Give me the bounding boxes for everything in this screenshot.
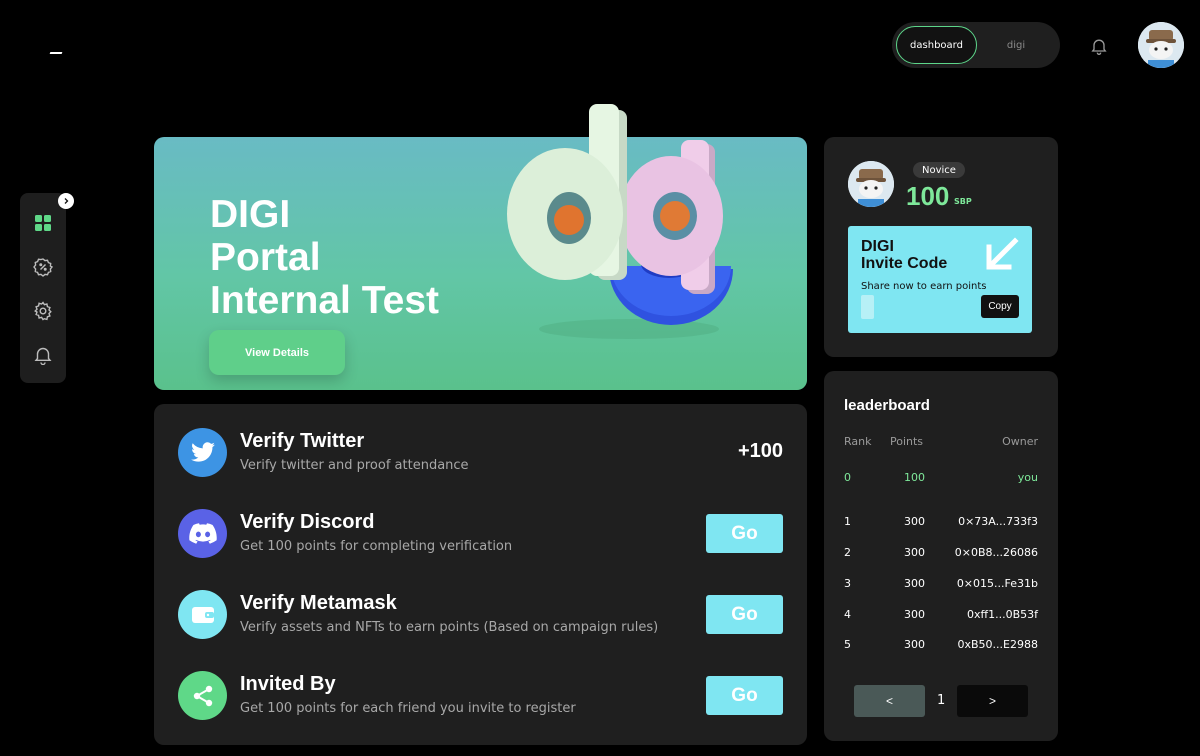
profile-card: Novice 100 SBP DIGI Invite Code Share no…: [824, 137, 1058, 357]
leaderboard-panel: leaderboard Rank Points Owner 0 100 you …: [824, 371, 1058, 741]
table-row: 2 300 0×0B8...26086: [844, 546, 1038, 559]
task-title: Invited By: [240, 673, 336, 695]
hero-banner: DIGI Portal Internal Test View Details: [154, 104, 807, 390]
verify-metamask-go-button[interactable]: Go: [706, 595, 783, 634]
next-page-button[interactable]: >: [957, 685, 1028, 717]
tab-digi[interactable]: digi: [980, 26, 1052, 64]
wallet-icon: [178, 590, 227, 639]
user-avatar[interactable]: [1138, 22, 1184, 68]
sidebar-collapse-toggle[interactable]: [58, 193, 74, 209]
leaderboard-title: leaderboard: [844, 397, 930, 414]
chevron-right-icon: [64, 198, 69, 204]
task-title: Verify Discord: [240, 511, 375, 533]
twitter-icon: [178, 428, 227, 477]
task-title: Verify Metamask: [240, 592, 397, 614]
task-title: Verify Twitter: [240, 430, 365, 452]
table-row: 5 300 0xB50...E2988: [844, 638, 1038, 651]
previous-page-button[interactable]: <: [854, 685, 925, 717]
invite-code-card: DIGI Invite Code Share now to earn point…: [848, 226, 1032, 333]
column-header-points: Points: [890, 435, 924, 448]
points-value: 100: [906, 181, 950, 211]
hero-title: DIGI Portal Internal Test: [210, 193, 439, 322]
invite-code-field[interactable]: [861, 295, 874, 319]
table-row: 1 300 0×73A...733f3: [844, 515, 1038, 528]
view-details-button[interactable]: View Details: [209, 330, 345, 375]
task-reward: +100: [737, 440, 783, 462]
badge-icon[interactable]: [33, 257, 53, 277]
share-icon: [178, 671, 227, 720]
tasks-panel: Verify Twitter Verify twitter and proof …: [154, 404, 807, 745]
task-description: Verify twitter and proof attendance: [240, 458, 469, 473]
rank-badge: Novice: [913, 162, 965, 178]
verify-discord-go-button[interactable]: Go: [706, 514, 783, 553]
tab-dashboard[interactable]: dashboard: [896, 26, 977, 64]
invited-by-go-button[interactable]: Go: [706, 676, 783, 715]
gear-icon[interactable]: [33, 301, 53, 321]
column-header-rank: Rank: [844, 435, 872, 448]
top-tabs: dashboard digi: [892, 22, 1060, 68]
task-description: Get 100 points for completing verificati…: [240, 539, 513, 554]
leaderboard-my-row: 0 100 you: [844, 471, 1038, 484]
task-invited-by: Invited By Get 100 points for each frien…: [178, 671, 783, 721]
current-page-number: 1: [937, 693, 946, 708]
app-logo[interactable]: [49, 52, 63, 54]
digi-logo-3d-illustration: [507, 104, 733, 339]
grid-icon[interactable]: [33, 213, 53, 233]
task-description: Verify assets and NFTs to earn points (B…: [240, 620, 659, 635]
table-row: 4 300 0xff1...0B53f: [844, 608, 1038, 621]
task-verify-discord: Verify Discord Get 100 points for comple…: [178, 509, 783, 559]
task-description: Get 100 points for each friend you invit…: [240, 701, 576, 716]
bell-icon[interactable]: [33, 345, 53, 365]
arrow-down-left-icon: [986, 237, 1019, 270]
discord-icon: [178, 509, 227, 558]
pagination: < 1 >: [854, 685, 1028, 717]
copy-button[interactable]: Copy: [981, 295, 1019, 318]
task-verify-metamask: Verify Metamask Verify assets and NFTs t…: [178, 590, 783, 640]
table-row: 3 300 0×015...Fe31b: [844, 577, 1038, 590]
notification-bell-icon[interactable]: [1089, 36, 1109, 56]
task-verify-twitter: Verify Twitter Verify twitter and proof …: [178, 428, 783, 478]
invite-title: DIGI Invite Code: [861, 238, 948, 272]
column-header-owner: Owner: [1002, 435, 1038, 448]
points-unit: SBP: [954, 197, 972, 206]
profile-avatar: [848, 161, 894, 207]
invite-hint: Share now to earn points: [861, 281, 987, 292]
sidebar: [20, 193, 66, 383]
